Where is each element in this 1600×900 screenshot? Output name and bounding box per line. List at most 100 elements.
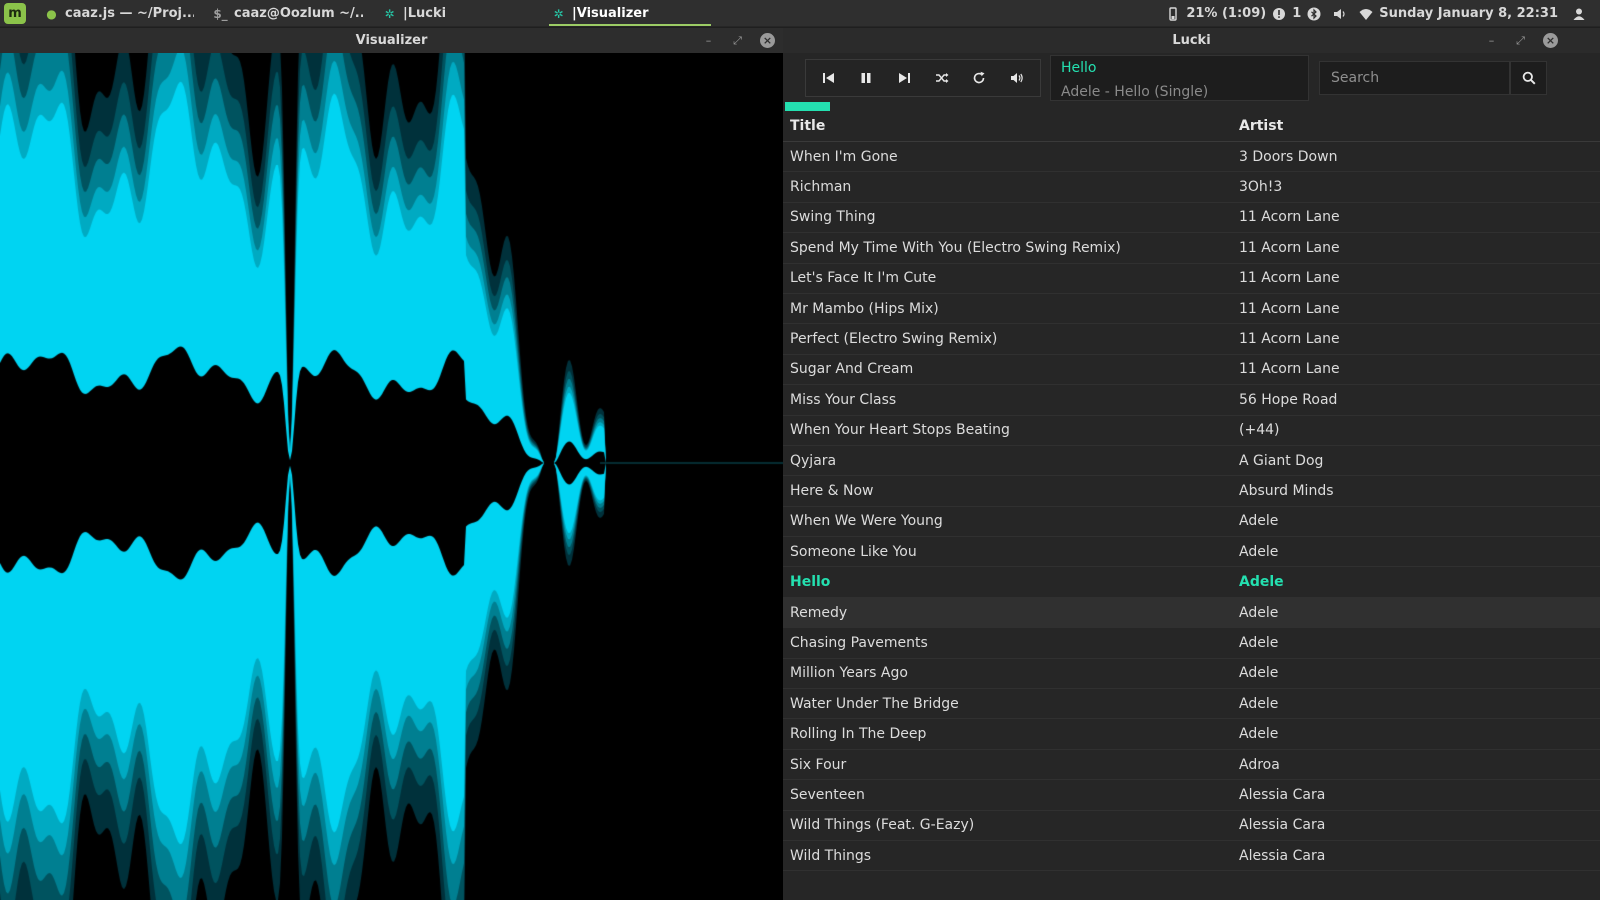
minimize-icon[interactable]: – [701,33,716,48]
track-artist: 11 Acorn Lane [1239,300,1340,317]
track-artist: Alessia Cara [1239,817,1326,834]
lucki-window: Lucki – ⤢ × Hello Adele - Hello (Single) [783,28,1600,900]
table-row[interactable]: Million Years Ago Adele [783,659,1600,690]
track-artist: Adele [1239,574,1284,591]
track-artist: 11 Acorn Lane [1239,209,1340,226]
table-row[interactable]: Swing Thing 11 Acorn Lane [783,203,1600,234]
track-artist: Adele [1239,695,1279,712]
volume-icon [1011,73,1023,83]
table-row[interactable]: Miss Your Class 56 Hope Road [783,385,1600,416]
lucki-titlebar[interactable]: Lucki – ⤢ × [783,28,1600,53]
taskbar-tab-terminal[interactable]: $_ caaz@Oozlum ~/... [213,0,363,27]
editor-app-icon: ● [46,6,57,21]
table-row[interactable]: Spend My Time With You (Electro Swing Re… [783,233,1600,264]
track-title: Spend My Time With You (Electro Swing Re… [790,239,1121,256]
track-title: Let's Face It I'm Cute [790,270,937,287]
close-icon[interactable]: × [760,33,775,48]
table-row[interactable]: Richman 3Oh!3 [783,172,1600,203]
search-button[interactable] [1510,61,1547,95]
minimize-icon[interactable]: – [1484,33,1499,48]
repeat-button[interactable] [966,65,992,91]
waveform-visualization [0,53,783,900]
track-title: Qyjara [790,452,837,469]
track-list: When I'm Gone 3 Doors Down Richman 3Oh!3 Swi… [783,142,1600,872]
taskbar-tab-lucki[interactable]: ✲ |Lucki [382,0,532,27]
table-row[interactable]: When We Were Young Adele [783,507,1600,538]
maximize-icon[interactable]: ⤢ [1513,33,1528,48]
mint-menu-icon[interactable]: m [4,3,26,24]
battery-icon[interactable] [1166,6,1180,21]
seek-bar[interactable] [785,102,1598,111]
next-button[interactable] [891,65,917,91]
table-row[interactable]: Qyjara A Giant Dog [783,446,1600,477]
track-artist: (+44) [1239,422,1280,439]
visualizer-titlebar[interactable]: Visualizer – ⤢ × [0,28,783,53]
track-title: Wild Things (Feat. G-Eazy) [790,817,975,834]
table-row[interactable]: Wild Things Alessia Cara [783,841,1600,872]
table-row[interactable]: Seventeen Alessia Cara [783,780,1600,811]
bluetooth-icon[interactable] [1307,7,1321,21]
next-icon [899,73,911,83]
clock[interactable]: Sunday January 8, 22:31 [1379,6,1558,21]
table-row[interactable]: Hello Adele [783,567,1600,598]
table-row[interactable]: Water Under The Bridge Adele [783,689,1600,720]
track-title: Water Under The Bridge [790,695,959,712]
track-table: Title Artist When I'm Gone 3 Doors Down Ri… [783,111,1600,872]
track-artist: Adroa [1239,756,1280,773]
playback-controls [805,59,1041,97]
track-artist: Adele [1239,634,1279,651]
user-icon[interactable] [1572,7,1586,21]
track-title: Miss Your Class [790,391,897,408]
maximize-icon[interactable]: ⤢ [730,33,745,48]
track-artist: 11 Acorn Lane [1239,270,1340,287]
track-artist: Absurd Minds [1239,482,1334,499]
taskbar-tab-visualizer[interactable]: ✲ |Visualizer [549,0,711,27]
table-row[interactable]: Here & Now Absurd Minds [783,476,1600,507]
close-icon[interactable]: × [1543,33,1558,48]
track-title: Mr Mambo (Hips Mix) [790,300,939,317]
top-panel: m ● caaz.js — ~/Proj... $_ caaz@Oozlum ~… [0,0,1600,27]
notification-count: 1 [1292,6,1302,21]
track-title: Rolling In The Deep [790,726,927,743]
shuffle-icon [935,73,949,83]
column-header-artist[interactable]: Artist [1239,118,1283,134]
table-row[interactable]: Six Four Adroa [783,750,1600,781]
terminal-app-icon: $_ [213,6,228,21]
taskbar-tab-label: caaz@Oozlum ~/... [234,6,363,21]
shuffle-button[interactable] [929,65,955,91]
track-artist: 3Oh!3 [1239,179,1283,196]
table-row[interactable]: Chasing Pavements Adele [783,628,1600,659]
table-row[interactable]: Rolling In The Deep Adele [783,719,1600,750]
track-artist: Adele [1239,665,1279,682]
table-row[interactable]: Wild Things (Feat. G-Eazy) Alessia Cara [783,811,1600,841]
column-header-title[interactable]: Title [783,118,1239,134]
track-artist: 11 Acorn Lane [1239,239,1340,256]
table-row[interactable]: Let's Face It I'm Cute 11 Acorn Lane [783,264,1600,294]
taskbar-tab-label: |Visualizer [572,6,649,21]
volume-tray-icon[interactable] [1333,7,1347,21]
table-row[interactable]: Someone Like You Adele [783,537,1600,568]
track-title: When Your Heart Stops Beating [790,422,1010,439]
volume-button[interactable] [1004,65,1030,91]
wifi-icon[interactable] [1359,7,1373,21]
table-row[interactable]: Sugar And Cream 11 Acorn Lane [783,355,1600,386]
battery-text: 21% (1:09) [1186,6,1267,21]
track-title: Seventeen [790,786,865,803]
taskbar-tab-editor[interactable]: ● caaz.js — ~/Proj... [44,0,194,27]
track-title: Swing Thing [790,209,876,226]
visualizer-window: Visualizer – ⤢ × [0,28,783,900]
previous-button[interactable] [816,65,842,91]
track-artist: 11 Acorn Lane [1239,361,1340,378]
taskbar-tab-label: caaz.js — ~/Proj... [65,6,194,21]
search-input[interactable] [1319,61,1510,95]
table-row[interactable]: When I'm Gone 3 Doors Down [783,142,1600,173]
table-row[interactable]: Remedy Adele [783,597,1600,629]
pause-icon [861,73,871,83]
track-artist: Adele [1239,543,1279,560]
table-row[interactable]: When Your Heart Stops Beating (+44) [783,416,1600,446]
search-icon [1522,71,1536,85]
table-row[interactable]: Perfect (Electro Swing Remix) 11 Acorn La… [783,324,1600,355]
pause-button[interactable] [853,65,879,91]
alert-icon[interactable] [1272,7,1286,21]
table-row[interactable]: Mr Mambo (Hips Mix) 11 Acorn Lane [783,294,1600,325]
